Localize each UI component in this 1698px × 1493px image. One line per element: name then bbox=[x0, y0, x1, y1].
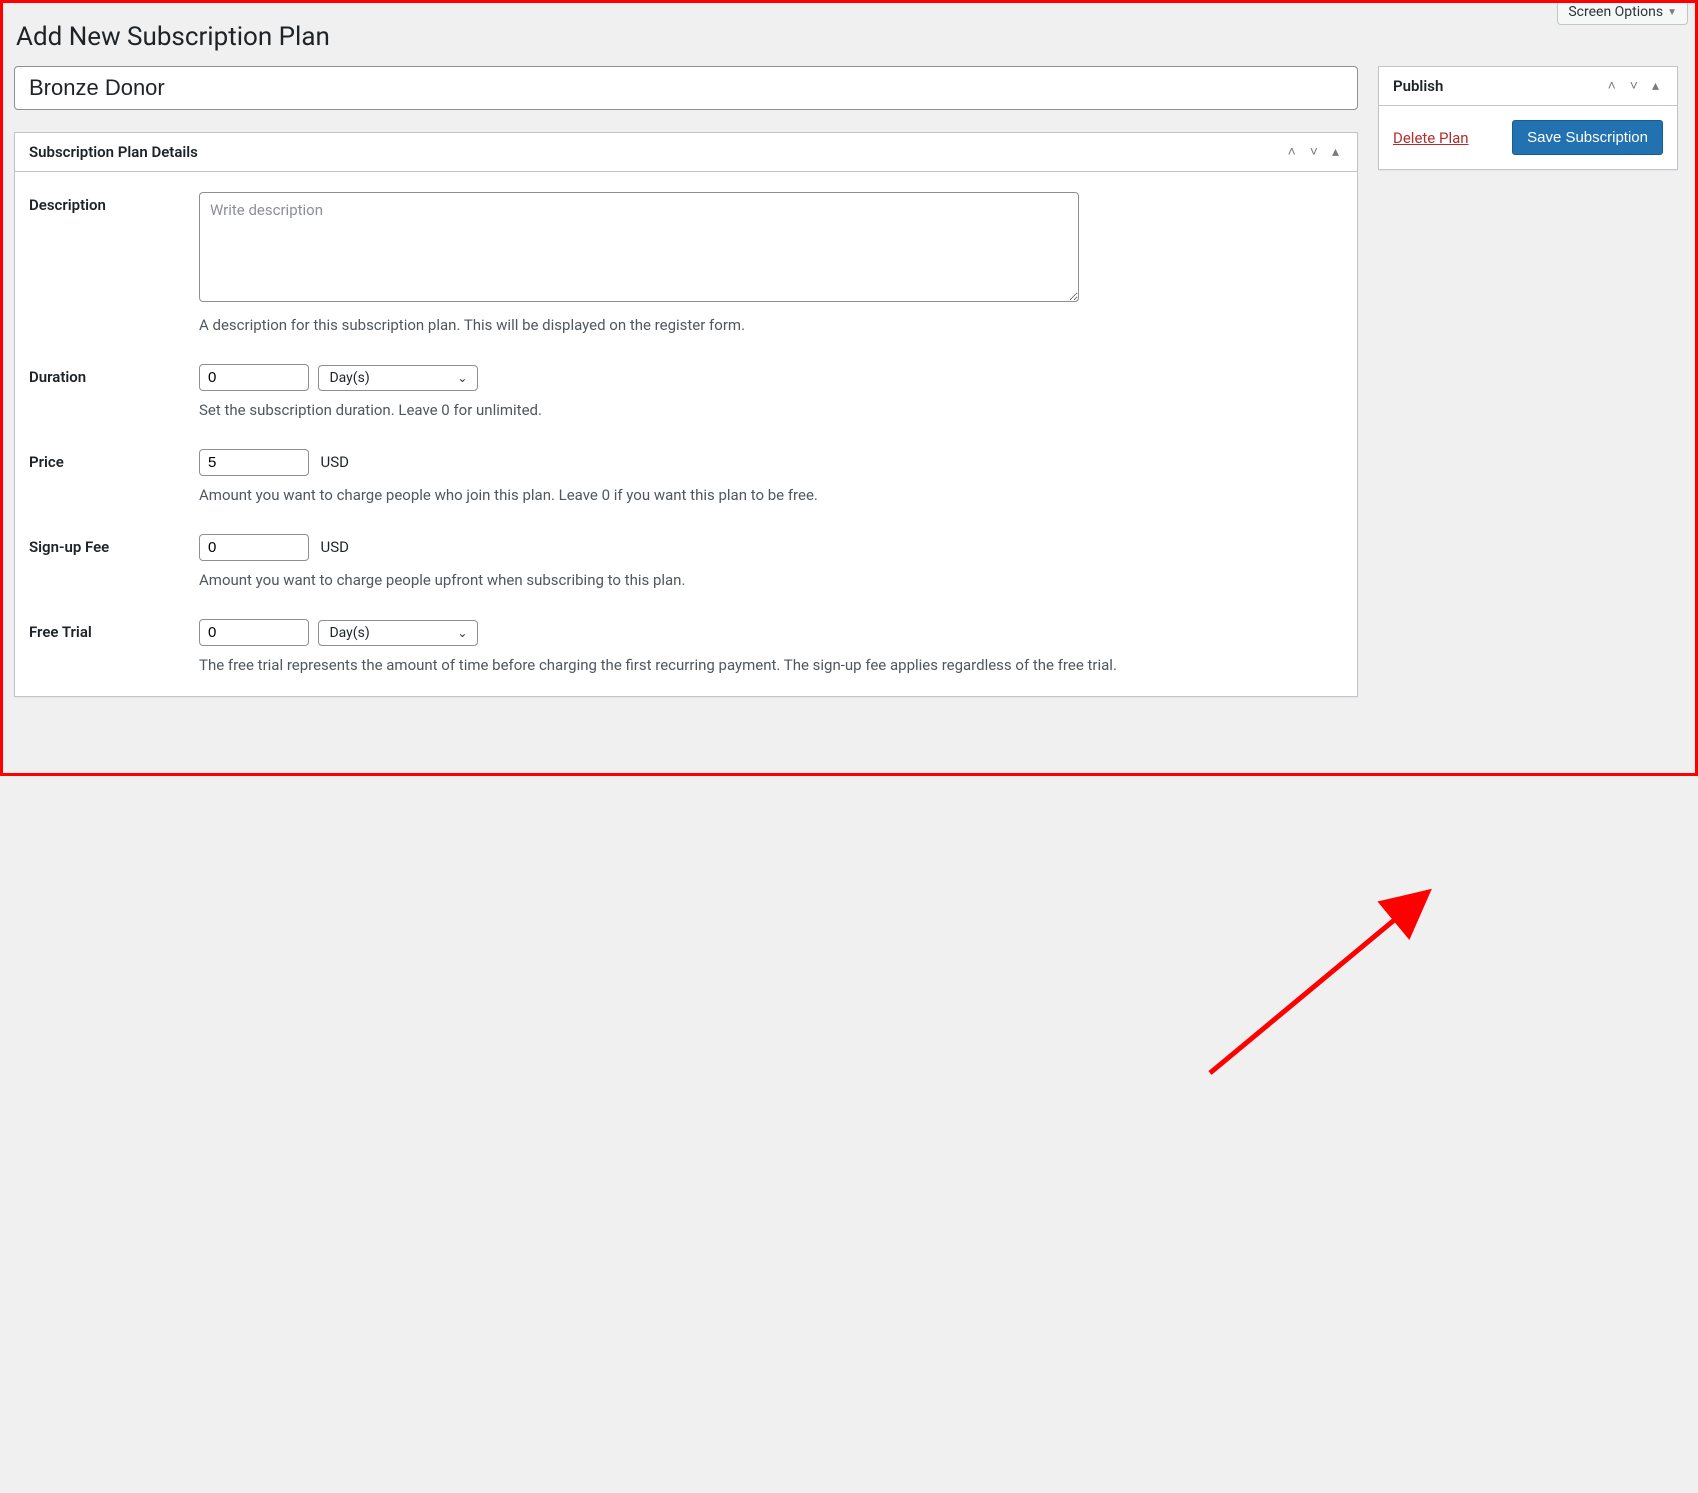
signup-fee-label: Sign-up Fee bbox=[29, 534, 199, 556]
plan-title-input[interactable] bbox=[14, 66, 1358, 110]
free-trial-unit-select[interactable]: Day(s) ⌄ bbox=[318, 620, 478, 646]
chevron-down-icon: ⌄ bbox=[457, 626, 467, 640]
signup-fee-input[interactable] bbox=[199, 534, 309, 561]
page-title: Add New Subscription Plan bbox=[16, 22, 1678, 52]
signup-fee-help: Amount you want to charge people upfront… bbox=[199, 571, 1343, 589]
chevron-down-icon: ⌄ bbox=[457, 371, 467, 385]
price-input[interactable] bbox=[199, 449, 309, 476]
collapse-icon[interactable]: ▴ bbox=[1648, 77, 1663, 95]
price-label: Price bbox=[29, 449, 199, 471]
save-subscription-button[interactable]: Save Subscription bbox=[1512, 120, 1663, 155]
free-trial-unit-value: Day(s) bbox=[329, 625, 369, 641]
publish-panel: Publish ˄ ˅ ▴ Delete Plan Save Subscript… bbox=[1378, 66, 1678, 170]
price-help: Amount you want to charge people who joi… bbox=[199, 486, 1343, 504]
delete-plan-link[interactable]: Delete Plan bbox=[1393, 129, 1469, 147]
free-trial-help: The free trial represents the amount of … bbox=[199, 656, 1343, 674]
screen-options-label: Screen Options bbox=[1568, 4, 1663, 20]
move-down-icon[interactable]: ˅ bbox=[1306, 143, 1322, 161]
duration-unit-value: Day(s) bbox=[329, 370, 369, 386]
free-trial-input[interactable] bbox=[199, 619, 309, 646]
chevron-down-icon: ▼ bbox=[1667, 7, 1677, 18]
duration-input[interactable] bbox=[199, 364, 309, 391]
move-down-icon[interactable]: ˅ bbox=[1626, 77, 1642, 95]
price-currency: USD bbox=[320, 453, 348, 471]
duration-unit-select[interactable]: Day(s) ⌄ bbox=[318, 365, 478, 391]
description-label: Description bbox=[29, 192, 199, 214]
annotation-arrow bbox=[0, 717, 1698, 1493]
collapse-icon[interactable]: ▴ bbox=[1328, 143, 1343, 161]
duration-label: Duration bbox=[29, 364, 199, 386]
free-trial-label: Free Trial bbox=[29, 619, 199, 641]
signup-fee-currency: USD bbox=[320, 538, 348, 556]
duration-help: Set the subscription duration. Leave 0 f… bbox=[199, 401, 1343, 419]
screen-options-toggle[interactable]: Screen Options ▼ bbox=[1557, 0, 1688, 25]
move-up-icon[interactable]: ˄ bbox=[1604, 77, 1620, 95]
move-up-icon[interactable]: ˄ bbox=[1284, 143, 1300, 161]
details-panel-heading: Subscription Plan Details bbox=[29, 143, 198, 161]
description-textarea[interactable] bbox=[199, 192, 1079, 302]
details-panel: Subscription Plan Details ˄ ˅ ▴ Descript… bbox=[14, 132, 1358, 697]
description-help: A description for this subscription plan… bbox=[199, 316, 1343, 334]
publish-panel-heading: Publish bbox=[1393, 77, 1443, 95]
